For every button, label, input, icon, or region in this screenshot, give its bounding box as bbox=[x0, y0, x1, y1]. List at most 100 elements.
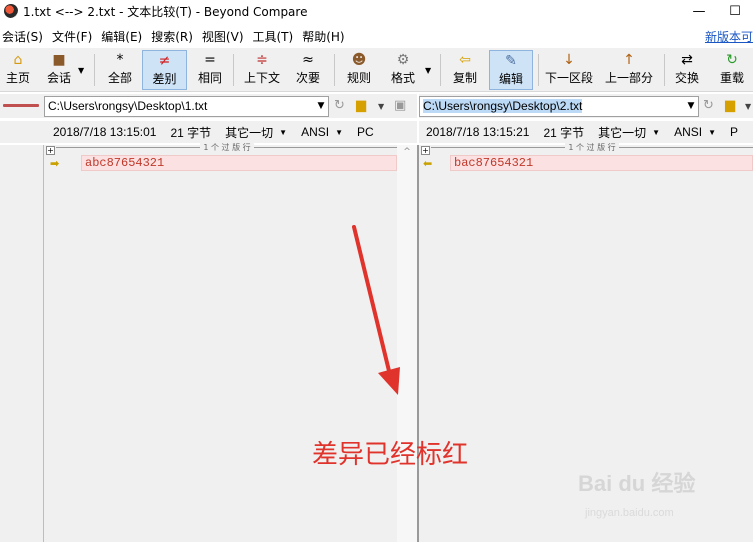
referee-icon: ☻ bbox=[351, 52, 367, 68]
copy-button[interactable]: ⇦ 复制 bbox=[450, 50, 480, 90]
format-gear-icon: ⚙ bbox=[396, 52, 410, 68]
right-path-dropdown-icon[interactable]: ▼ bbox=[683, 96, 699, 117]
title-bar: 1.txt <--> 2.txt - 文本比较(T) - Beyond Comp… bbox=[0, 0, 753, 22]
format-dropdown-icon[interactable]: ▼ bbox=[425, 66, 431, 75]
right-other-dropdown-icon[interactable]: ▼ bbox=[652, 128, 660, 137]
session-label: 会话 bbox=[46, 71, 71, 85]
right-info-row: 2018/7/18 13:15:21 21 字节 其它一切 ▼ ANSI ▼ P bbox=[419, 121, 753, 143]
minimize-button[interactable]: — bbox=[681, 0, 717, 22]
all-label: 全部 bbox=[107, 71, 132, 85]
copy-arrow-icon: ⇦ bbox=[459, 52, 471, 68]
right-encoding-dropdown[interactable]: ANSI bbox=[674, 125, 702, 139]
left-path-row: C:\Users\rongsy\Desktop\1.txt ▼ ↻ ▆ ▼ ▣ bbox=[0, 94, 417, 118]
home-icon: ⌂ bbox=[13, 52, 23, 68]
prev-section-button[interactable]: ↑ 上一部分 bbox=[604, 50, 654, 90]
right-encoding-dropdown-icon[interactable]: ▼ bbox=[708, 128, 716, 137]
toolbar-separator bbox=[233, 54, 234, 86]
right-line-ending[interactable]: P bbox=[730, 125, 738, 139]
menu-help[interactable]: 帮助(H) bbox=[300, 28, 347, 45]
left-path-input[interactable]: C:\Users\rongsy\Desktop\1.txt bbox=[44, 96, 329, 117]
maximize-button[interactable]: ☐ bbox=[717, 0, 753, 22]
minor-button[interactable]: ≈ 次要 bbox=[292, 50, 324, 90]
left-other-dropdown-icon[interactable]: ▼ bbox=[279, 128, 287, 137]
menu-tools[interactable]: 工具(T) bbox=[251, 28, 297, 45]
asterisk-icon: * bbox=[116, 52, 124, 68]
home-label: 主页 bbox=[5, 71, 30, 85]
left-path-dropdown-icon[interactable]: ▼ bbox=[313, 96, 329, 117]
baidu-watermark-url: jingyan.baidu.com bbox=[585, 507, 674, 519]
left-refresh-icon[interactable]: ↻ bbox=[334, 98, 345, 113]
toolbar-separator bbox=[440, 54, 441, 86]
left-scroll-up-icon[interactable]: ^ bbox=[397, 147, 417, 157]
rules-button[interactable]: ☻ 规则 bbox=[344, 50, 374, 90]
right-expand-icon[interactable]: + bbox=[421, 146, 430, 155]
minor-label: 次要 bbox=[295, 71, 320, 85]
diffs-label: 差别 bbox=[152, 72, 177, 86]
toolbar-separator bbox=[538, 54, 539, 86]
reload-icon: ↻ bbox=[726, 52, 738, 68]
reload-button[interactable]: ↻ 重载 bbox=[716, 50, 748, 90]
swap-button[interactable]: ⇄ 交换 bbox=[672, 50, 702, 90]
left-section-label: 1 个 过 版 行 bbox=[200, 143, 254, 152]
next-section-button[interactable]: ↓ 下一区段 bbox=[544, 50, 594, 90]
left-line-ending[interactable]: PC bbox=[357, 125, 374, 139]
copy-label: 复制 bbox=[452, 71, 477, 85]
yellow-left-arrow-icon[interactable]: ⬅ bbox=[423, 157, 432, 170]
new-version-link[interactable]: 新版本可 bbox=[705, 28, 753, 45]
left-folder-dropdown-icon[interactable]: ▼ bbox=[378, 102, 384, 111]
right-folder-dropdown-icon[interactable]: ▼ bbox=[745, 102, 751, 111]
toolbar-separator bbox=[94, 54, 95, 86]
home-button[interactable]: ⌂ 主页 bbox=[2, 50, 34, 90]
left-encoding-dropdown-icon[interactable]: ▼ bbox=[335, 128, 343, 137]
rules-label: 规则 bbox=[346, 71, 371, 85]
left-file-indicator-icon bbox=[3, 104, 39, 107]
diffs-filter-button[interactable]: ≠ 差别 bbox=[142, 50, 187, 90]
same-filter-button[interactable]: = 相同 bbox=[194, 50, 226, 90]
menu-bar: 会话(S) 文件(F) 编辑(E) 搜索(R) 视图(V) 工具(T) 帮助(H… bbox=[0, 26, 753, 46]
left-save-icon[interactable]: ▣ bbox=[394, 98, 406, 113]
left-copy-arrow-icon[interactable]: ➡ bbox=[50, 157, 59, 170]
right-path-text: C:\Users\rongsy\Desktop\2.txt bbox=[423, 99, 583, 113]
left-encoding-dropdown[interactable]: ANSI bbox=[301, 125, 329, 139]
format-button[interactable]: ⚙ 格式 bbox=[388, 50, 418, 90]
left-gutter: ➡ bbox=[0, 145, 59, 542]
briefcase-icon: ■ bbox=[52, 52, 66, 68]
menu-view[interactable]: 视图(V) bbox=[200, 28, 247, 45]
up-arrow-icon: ↑ bbox=[623, 52, 635, 68]
approx-icon: ≈ bbox=[302, 52, 314, 68]
baidu-watermark: Bai du 经验 bbox=[578, 471, 696, 496]
session-button[interactable]: ■ 会话 bbox=[42, 50, 76, 90]
swap-icon: ⇄ bbox=[681, 52, 693, 68]
window-title: 1.txt <--> 2.txt - 文本比较(T) - Beyond Comp… bbox=[23, 4, 308, 19]
context-icon: ≑ bbox=[256, 52, 268, 68]
left-file-size: 21 字节 bbox=[170, 125, 212, 140]
left-expand-icon[interactable]: + bbox=[46, 146, 55, 155]
right-open-folder-icon[interactable]: ▆ bbox=[725, 98, 735, 113]
left-diff-line[interactable]: abc87654321 bbox=[81, 155, 397, 171]
edit-label: 编辑 bbox=[498, 72, 523, 86]
right-section-label: 1 个 过 版 行 bbox=[565, 143, 619, 152]
equals-icon: = bbox=[204, 52, 216, 68]
edit-button[interactable]: ✎ 编辑 bbox=[489, 50, 533, 90]
right-file-size: 21 字节 bbox=[543, 125, 585, 140]
session-dropdown-icon[interactable]: ▼ bbox=[78, 66, 84, 75]
swap-label: 交换 bbox=[674, 71, 699, 85]
format-label: 格式 bbox=[390, 71, 415, 85]
all-filter-button[interactable]: * 全部 bbox=[104, 50, 136, 90]
left-other-dropdown[interactable]: 其它一切 bbox=[225, 124, 273, 141]
toolbar-separator bbox=[334, 54, 335, 86]
right-diff-line[interactable]: bac87654321 bbox=[450, 155, 753, 171]
menu-session[interactable]: 会话(S) bbox=[0, 28, 46, 45]
context-label: 上下文 bbox=[243, 71, 280, 85]
right-refresh-icon[interactable]: ↻ bbox=[703, 98, 714, 113]
next-section-label: 下一区段 bbox=[544, 71, 593, 85]
menu-file[interactable]: 文件(F) bbox=[50, 28, 95, 45]
menu-edit[interactable]: 编辑(E) bbox=[99, 28, 145, 45]
right-other-dropdown[interactable]: 其它一切 bbox=[598, 124, 646, 141]
context-button[interactable]: ≑ 上下文 bbox=[242, 50, 282, 90]
left-file-date: 2018/7/18 13:15:01 bbox=[53, 125, 157, 139]
menu-search[interactable]: 搜索(R) bbox=[149, 28, 196, 45]
not-equal-icon: ≠ bbox=[158, 53, 171, 69]
left-open-folder-icon[interactable]: ▆ bbox=[356, 98, 366, 113]
right-path-input[interactable]: C:\Users\rongsy\Desktop\2.txt bbox=[419, 96, 699, 117]
